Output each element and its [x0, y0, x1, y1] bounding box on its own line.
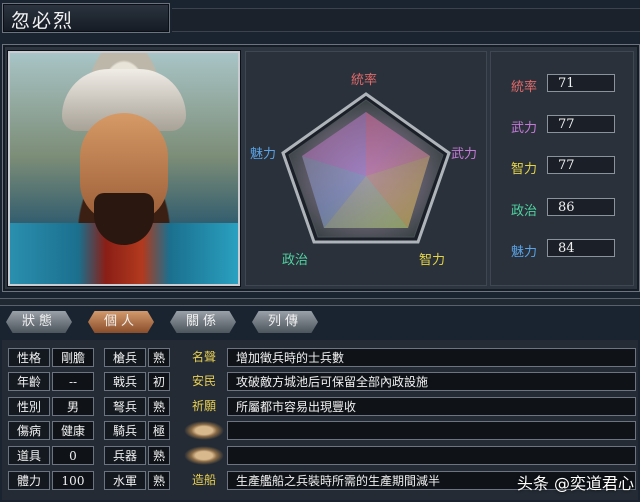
personal-label-gender: 性別	[8, 397, 50, 416]
aptitude-value-halberd: 初	[148, 372, 170, 391]
character-name-bar: 忽必烈	[2, 3, 170, 33]
personal-value-personality: 剛膽	[52, 348, 94, 367]
skill-desc-prayer: 所屬都市容易出現豐收	[227, 397, 636, 416]
aptitude-value-spear: 熟	[148, 348, 170, 367]
aptitude-label-crossbow: 弩兵	[104, 397, 146, 416]
stat-value-war: 77	[547, 115, 615, 133]
personal-label-injury: 傷病	[8, 421, 50, 440]
tab-biography[interactable]: 列傳	[252, 311, 318, 333]
aptitude-label-navy: 水軍	[104, 471, 146, 490]
stat-value-leadership: 71	[547, 74, 615, 92]
skill-desc-empty-2	[227, 446, 636, 465]
stat-label-intelligence: 智力	[511, 162, 538, 177]
stat-label-charisma: 魅力	[511, 245, 538, 260]
stat-value-politics: 86	[547, 198, 615, 216]
radar-label-top: 統率	[351, 73, 378, 88]
aptitude-label-spear: 槍兵	[104, 348, 146, 367]
stat-label-leadership: 統率	[511, 80, 538, 95]
skill-name-fame[interactable]: 名聲	[184, 348, 224, 367]
aptitude-value-siege: 熟	[148, 446, 170, 465]
aptitude-label-siege: 兵器	[104, 446, 146, 465]
header-strip	[172, 8, 640, 32]
skill-desc-fame: 增加徵兵時的士兵數	[227, 348, 636, 367]
skill-name-prayer[interactable]: 祈願	[184, 397, 224, 416]
personal-value-age: --	[52, 372, 94, 391]
radar-label-bottom-left: 政治	[282, 253, 309, 268]
skill-desc-empty-1	[227, 421, 636, 440]
skill-name-empty-2	[184, 446, 224, 465]
personal-value-gender: 男	[52, 397, 94, 416]
skill-name-pacify[interactable]: 安民	[184, 372, 224, 391]
tab-personal[interactable]: 個人	[88, 311, 154, 333]
tab-relations[interactable]: 關係	[170, 311, 236, 333]
skill-desc-pacify: 攻破敵方城池后可保留全部內政設施	[227, 372, 636, 391]
stat-value-intelligence: 77	[547, 156, 615, 174]
personal-label-items: 道具	[8, 446, 50, 465]
personal-label-personality: 性格	[8, 348, 50, 367]
watermark-text: 头条 @奕道君心	[516, 474, 634, 493]
character-portrait	[8, 51, 240, 286]
aptitude-value-cavalry: 極	[148, 421, 170, 440]
radar-label-bottom-right: 智力	[419, 253, 446, 268]
radar-label-left: 魅力	[250, 147, 277, 162]
personal-label-age: 年齡	[8, 372, 50, 391]
tab-status[interactable]: 狀態	[6, 311, 72, 333]
stat-label-war: 武力	[511, 121, 538, 136]
aptitude-value-navy: 熟	[148, 471, 170, 490]
aptitude-label-halberd: 戟兵	[104, 372, 146, 391]
skill-name-shipbuilding[interactable]: 造船	[184, 471, 224, 490]
character-name: 忽必烈	[11, 10, 75, 32]
stat-value-charisma: 84	[547, 239, 615, 257]
aptitude-value-crossbow: 熟	[148, 397, 170, 416]
personal-value-injury: 健康	[52, 421, 94, 440]
personal-value-stamina: 100	[52, 471, 94, 490]
radar-label-right: 武力	[451, 147, 478, 162]
stats-panel: 統率 71 武力 77 智力 77 政治 86 魅力 84	[490, 51, 634, 286]
stat-label-politics: 政治	[511, 204, 538, 219]
tab-divider	[0, 298, 640, 306]
personal-label-stamina: 體力	[8, 471, 50, 490]
radar-chart-panel: 統率 武力 智力 政治 魅力	[245, 51, 487, 286]
aptitude-label-cavalry: 騎兵	[104, 421, 146, 440]
personal-value-items: 0	[52, 446, 94, 465]
skill-name-empty-1	[184, 421, 224, 440]
